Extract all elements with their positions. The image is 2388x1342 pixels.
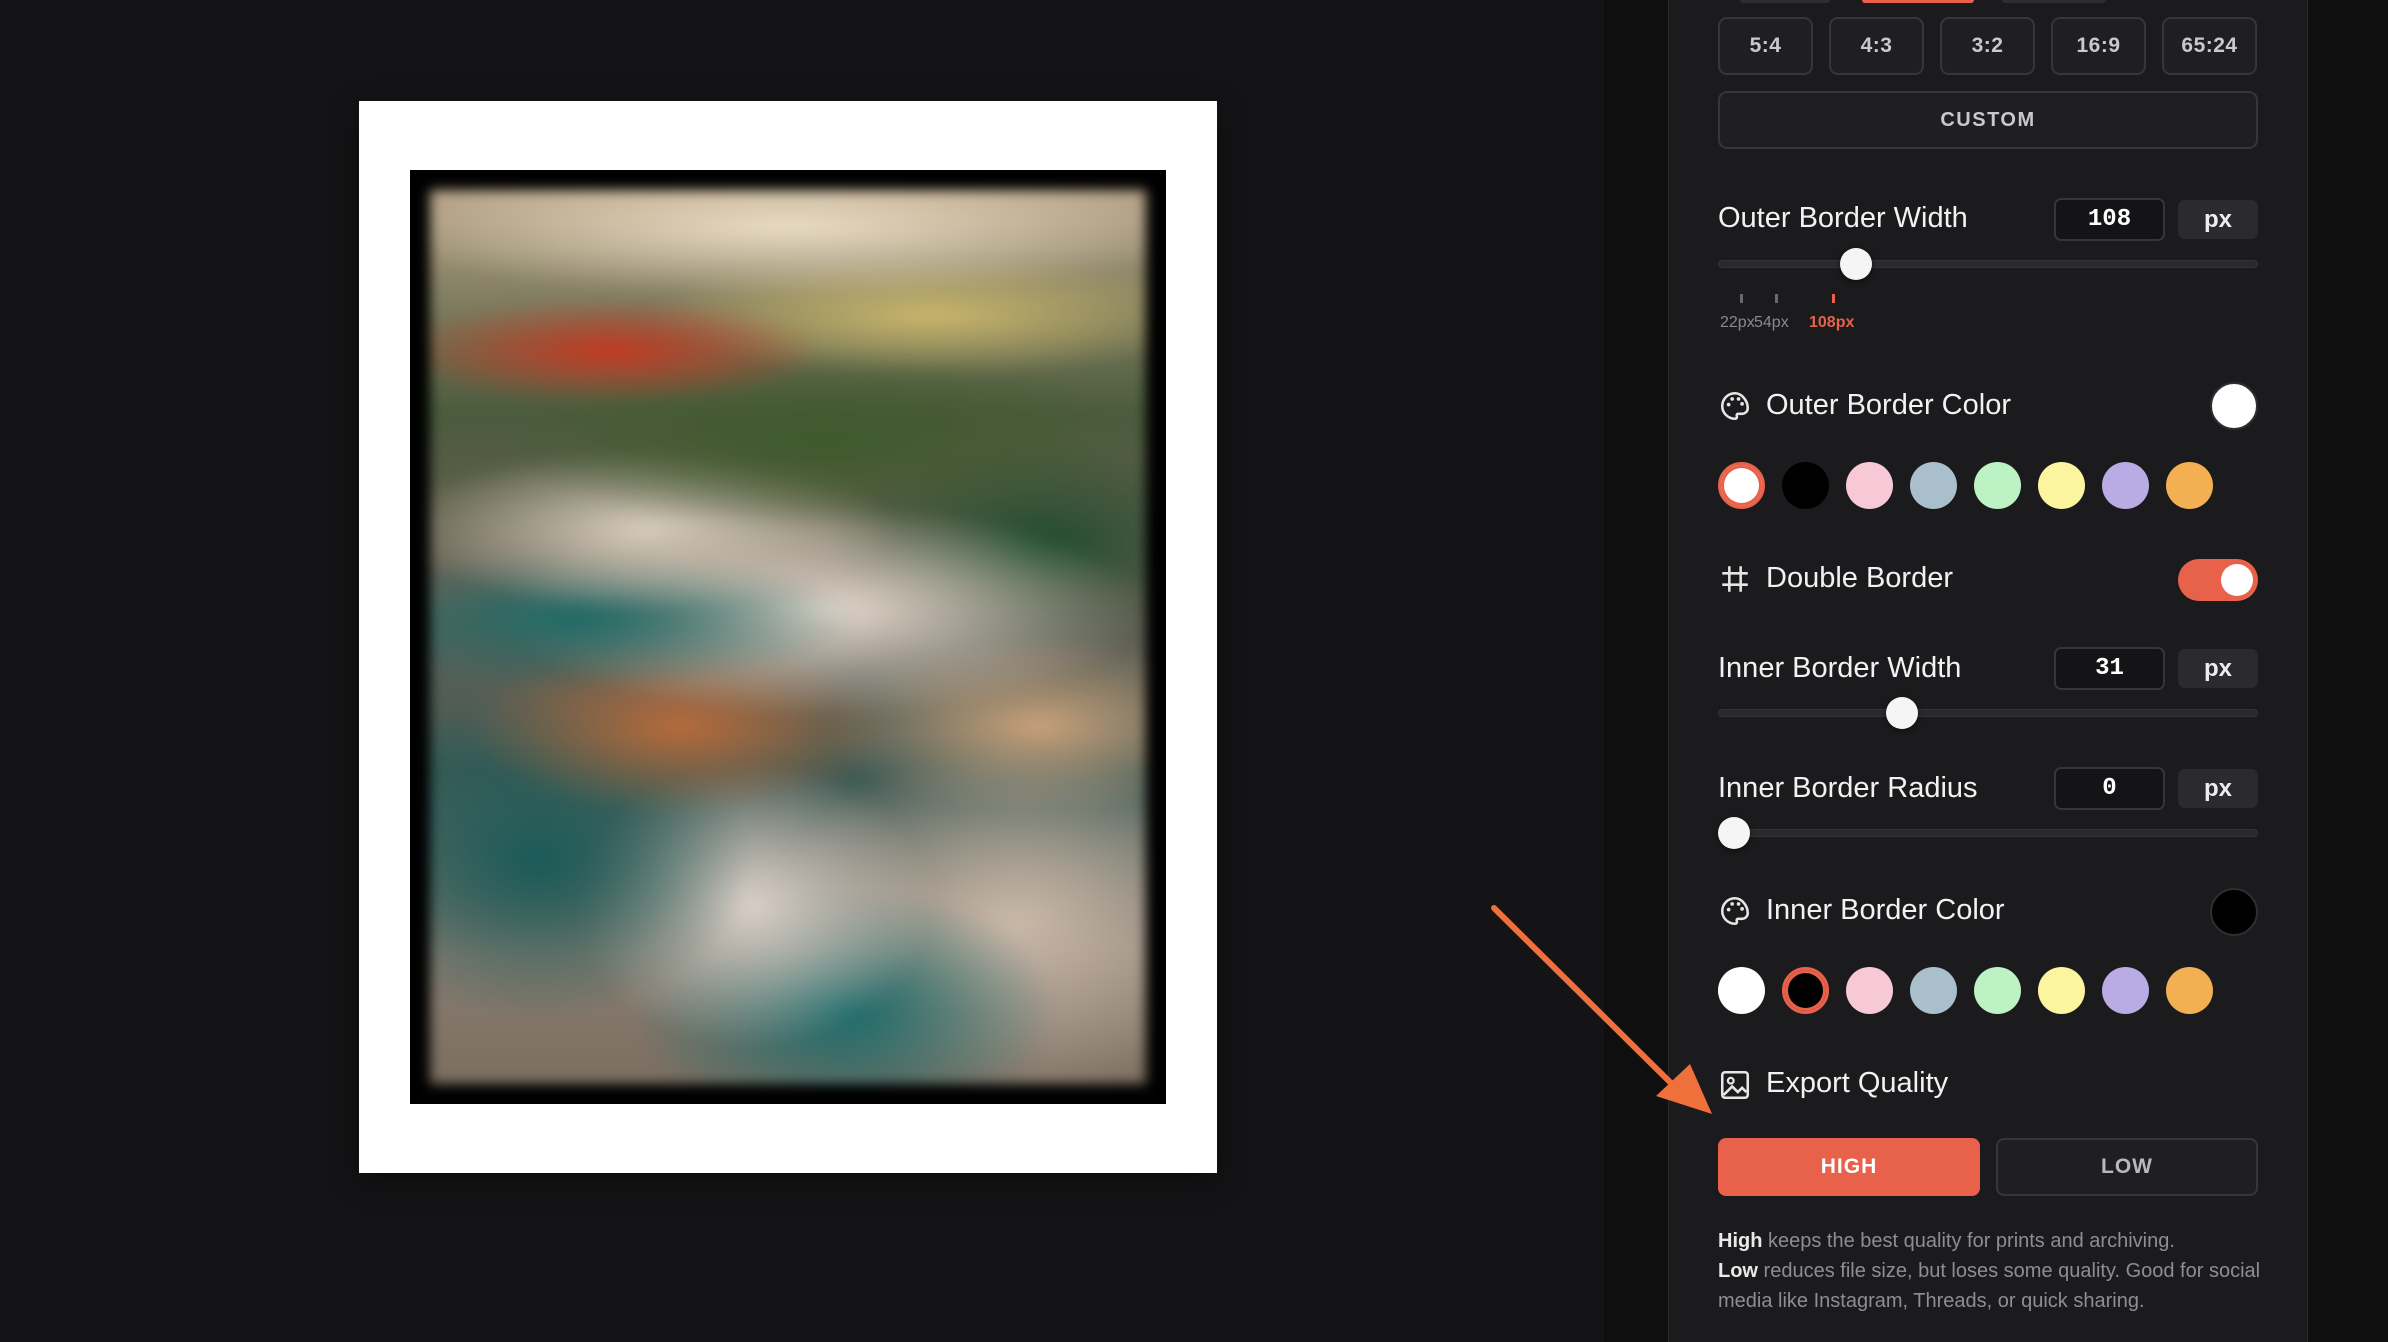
double-border-label: Double Border <box>1766 562 1953 594</box>
hash-frame-icon <box>1722 566 1748 592</box>
aspect-ratio-group: 5:4 4:3 3:2 16:9 65:24 <box>1718 17 2257 75</box>
color-swatch[interactable] <box>2038 967 2085 1014</box>
inner-border-color-label: Inner Border Color <box>1766 894 2005 926</box>
color-swatch[interactable] <box>1718 462 1765 509</box>
outer-border-width-unit: px <box>2178 200 2258 239</box>
outer-border-width-label: Outer Border Width <box>1718 202 1968 234</box>
color-swatch[interactable] <box>2102 967 2149 1014</box>
outer-border-color-picker[interactable] <box>2210 382 2258 430</box>
inner-border-color-swatches <box>1718 967 2213 1014</box>
help-low-term: Low <box>1718 1260 1758 1282</box>
outer-border-width-slider[interactable] <box>1718 260 2258 268</box>
preset-tick-active <box>1832 294 1835 303</box>
preset-tick <box>1740 294 1743 303</box>
outer-border-width-input[interactable]: 108 <box>2054 198 2165 241</box>
help-high-text: keeps the best quality for prints and ar… <box>1762 1230 2175 1252</box>
color-swatch[interactable] <box>2166 462 2213 509</box>
toggle-knob <box>2221 564 2253 596</box>
palette-icon <box>1720 896 1750 926</box>
outer-border-frame <box>359 101 1217 1173</box>
color-swatch[interactable] <box>1910 462 1957 509</box>
inner-border-radius-label: Inner Border Radius <box>1718 772 1978 804</box>
inner-border-width-thumb[interactable] <box>1885 697 1918 729</box>
ratio-button-5-4[interactable]: 5:4 <box>1718 17 1813 75</box>
color-swatch[interactable] <box>1718 967 1765 1014</box>
image-icon <box>1720 1070 1750 1100</box>
inner-border-color-picker[interactable] <box>2210 888 2258 936</box>
color-swatch[interactable] <box>2102 462 2149 509</box>
palette-icon <box>1720 391 1750 421</box>
sidebar-gap <box>1604 0 1668 1342</box>
preset-22px[interactable]: 22px <box>1720 314 1755 332</box>
color-swatch[interactable] <box>1974 967 2021 1014</box>
quality-low-button[interactable]: LOW <box>1996 1138 2258 1196</box>
inner-border-frame <box>410 170 1166 1104</box>
color-swatch[interactable] <box>2038 462 2085 509</box>
color-swatch[interactable] <box>1782 967 1829 1014</box>
ratio-button-3-2[interactable]: 3:2 <box>1940 17 2035 75</box>
quality-high-button[interactable]: HIGH <box>1718 1138 1980 1196</box>
custom-ratio-button[interactable]: CUSTOM <box>1718 91 2258 149</box>
color-swatch[interactable] <box>2166 967 2213 1014</box>
preset-tick <box>1775 294 1778 303</box>
preset-54px[interactable]: 54px <box>1754 314 1789 332</box>
color-swatch[interactable] <box>1782 462 1829 509</box>
outer-border-color-swatches <box>1718 462 2213 509</box>
inner-border-radius-unit: px <box>2178 769 2258 808</box>
color-swatch[interactable] <box>1846 462 1893 509</box>
inner-border-width-unit: px <box>2178 649 2258 688</box>
export-quality-label: Export Quality <box>1766 1067 1949 1099</box>
photo-preview <box>430 190 1146 1084</box>
export-quality-help: High keeps the best quality for prints a… <box>1718 1226 2278 1316</box>
color-swatch[interactable] <box>1846 967 1893 1014</box>
color-swatch[interactable] <box>1974 462 2021 509</box>
outer-border-color-label: Outer Border Color <box>1766 389 2011 421</box>
tab-indicator-active[interactable] <box>1862 0 1974 3</box>
preset-108px[interactable]: 108px <box>1809 314 1854 332</box>
ratio-button-16-9[interactable]: 16:9 <box>2051 17 2146 75</box>
tab-indicator[interactable] <box>1740 0 1830 3</box>
ratio-button-65-24[interactable]: 65:24 <box>2162 17 2257 75</box>
double-border-toggle[interactable] <box>2178 559 2258 601</box>
inner-border-width-label: Inner Border Width <box>1718 652 1962 684</box>
inner-border-radius-input[interactable]: 0 <box>2054 767 2165 810</box>
right-gutter <box>2308 0 2388 1342</box>
inner-border-width-input[interactable]: 31 <box>2054 647 2165 690</box>
help-low-text: reduces file size, but loses some qualit… <box>1718 1260 2261 1312</box>
tab-indicator[interactable] <box>2002 0 2106 3</box>
color-swatch[interactable] <box>1910 967 1957 1014</box>
canvas-area <box>0 0 1604 1342</box>
outer-border-width-thumb[interactable] <box>1839 248 1872 280</box>
inner-border-width-slider[interactable] <box>1718 709 2258 717</box>
inner-border-radius-thumb[interactable] <box>1718 817 1750 849</box>
help-high-term: High <box>1718 1230 1763 1252</box>
ratio-button-4-3[interactable]: 4:3 <box>1829 17 1924 75</box>
inner-border-radius-slider[interactable] <box>1718 829 2258 837</box>
